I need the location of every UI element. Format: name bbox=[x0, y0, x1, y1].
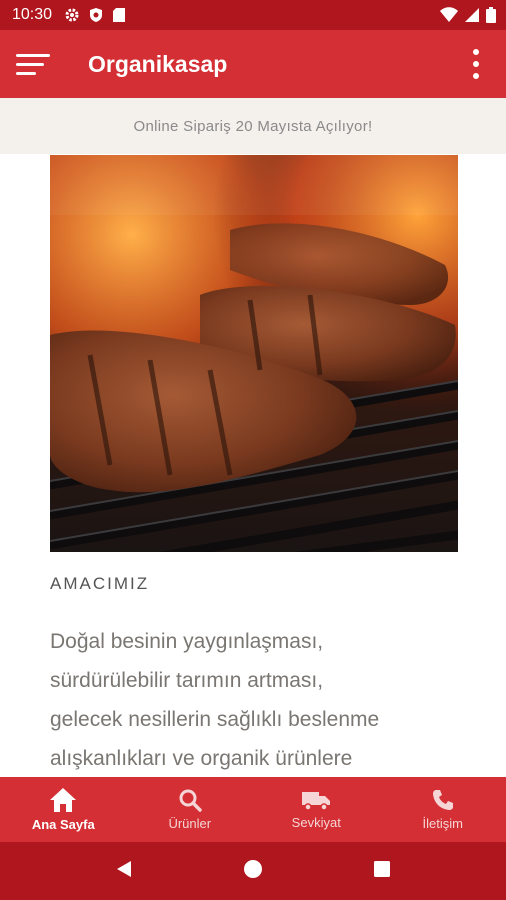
section-body: Doğal besinin yaygınlaşması, sürdürülebi… bbox=[50, 622, 470, 778]
phone-icon bbox=[432, 790, 453, 810]
body-line: gelecek nesillerin sağlıklı beslenme bbox=[50, 708, 380, 731]
sd-card-icon bbox=[113, 8, 126, 22]
nav-item-products[interactable]: Ürünler bbox=[127, 777, 254, 842]
section-title: AMACIMIZ bbox=[50, 574, 150, 593]
home-icon bbox=[50, 788, 77, 812]
shield-icon bbox=[90, 8, 103, 22]
back-icon[interactable] bbox=[114, 859, 134, 883]
recents-icon[interactable] bbox=[372, 859, 392, 883]
app-bar: Organikasap bbox=[0, 30, 506, 98]
home-circle-icon[interactable] bbox=[243, 859, 263, 883]
body-line: sürdürülebilir tarımın artması, bbox=[50, 669, 324, 692]
nav-item-home[interactable]: Ana Sayfa bbox=[0, 777, 127, 842]
nav-label-shipping: Sevkiyat bbox=[291, 815, 341, 830]
wifi-icon bbox=[440, 7, 458, 22]
hamburger-menu-icon[interactable] bbox=[16, 49, 52, 79]
status-time: 10:30 bbox=[12, 6, 53, 23]
truck-icon bbox=[302, 792, 331, 811]
nav-label-products: Ürünler bbox=[168, 816, 212, 831]
body-line: Doğal besinin yaygınlaşması, bbox=[50, 630, 324, 653]
announcement-text: Online Sipariş 20 Mayısta Açılıyor! bbox=[133, 117, 373, 135]
body-line: alışkanlıkları ve organik ürünlere bbox=[50, 747, 353, 770]
announcement-banner: Online Sipariş 20 Mayısta Açılıyor! bbox=[0, 98, 506, 154]
search-icon bbox=[179, 789, 202, 812]
more-vertical-icon[interactable] bbox=[468, 49, 484, 79]
nav-item-shipping[interactable]: Sevkiyat bbox=[253, 777, 380, 842]
status-bar: 10:30 bbox=[0, 0, 506, 30]
battery-icon bbox=[486, 7, 496, 23]
bottom-navigation: Ana Sayfa Ürünler Sevkiyat İletişim bbox=[0, 777, 506, 842]
nav-label-home: Ana Sayfa bbox=[31, 817, 95, 832]
grilled-steaks-image bbox=[50, 155, 458, 552]
app-title: Organikasap bbox=[88, 50, 228, 77]
hero-image bbox=[50, 155, 458, 552]
nav-label-contact: İletişim bbox=[422, 816, 463, 831]
signal-icon bbox=[465, 8, 479, 22]
nav-item-contact[interactable]: İletişim bbox=[380, 777, 506, 842]
gear-icon bbox=[65, 8, 79, 22]
system-navigation-bar bbox=[0, 842, 506, 900]
